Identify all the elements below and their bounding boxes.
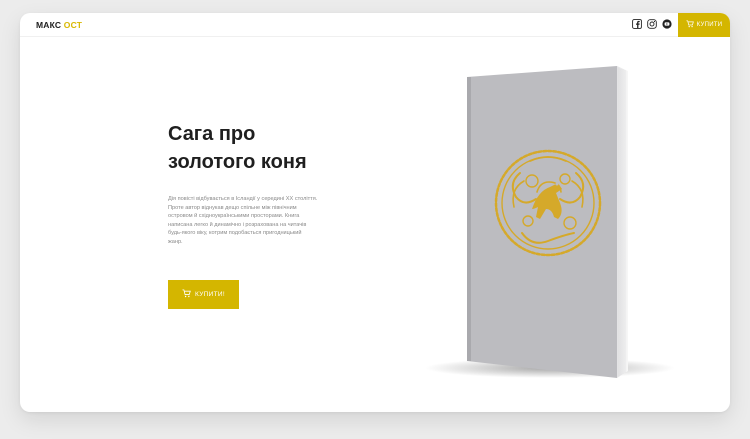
description-line: жанр. (168, 238, 183, 245)
book-description: Дія повісті відбувається в Ісландії у се… (168, 195, 340, 247)
site-logo[interactable]: МАКС ОСТ (36, 20, 82, 30)
instagram-icon[interactable] (647, 19, 657, 29)
browser-window: МАКС ОСТ КУПИТИ Сага про золотого коня Д… (20, 13, 730, 412)
facebook-icon[interactable] (632, 19, 642, 29)
youtube-icon[interactable] (662, 19, 672, 29)
social-links (632, 19, 672, 29)
book-cover-image (425, 66, 675, 378)
buy-button[interactable]: КУПИТИ! (168, 280, 239, 309)
description-line: Проте автор віднукав дещо спільне між пі… (168, 204, 297, 211)
logo-main: МАКС (36, 20, 62, 30)
book-title-line-2: золотого коня (168, 151, 307, 173)
cart-icon (686, 20, 694, 30)
cart-icon (182, 289, 191, 300)
header-buy-label: КУПИТИ (696, 22, 723, 28)
book-title-line-1: Сага про (168, 123, 256, 145)
book-title: Сага про золотого коня (168, 120, 368, 176)
site-header: МАКС ОСТ КУПИТИ (20, 13, 730, 37)
header-buy-button[interactable]: КУПИТИ (678, 13, 730, 37)
description-line: островом й східноукраїнськими просторами… (168, 213, 300, 220)
description-line: Дія повісті відбувається в Ісландії у се… (168, 196, 318, 202)
buy-button-label: КУПИТИ! (195, 291, 225, 298)
logo-accent: ОСТ (63, 20, 83, 30)
description-line: написана легко й динамічно і розрахована… (168, 221, 307, 228)
description-line: будь-якого віку, котрим подобається приг… (168, 230, 302, 237)
